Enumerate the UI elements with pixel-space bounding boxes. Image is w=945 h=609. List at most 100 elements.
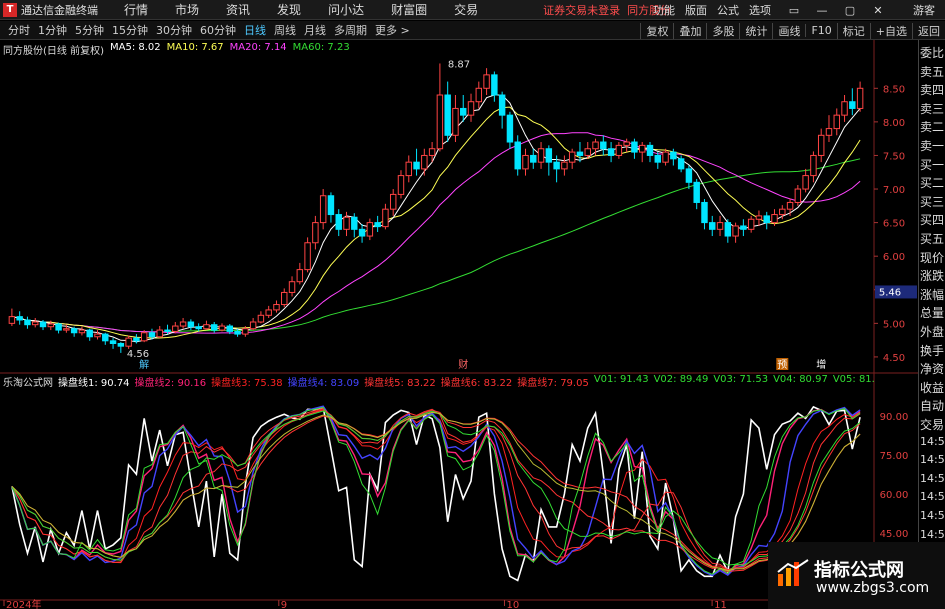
candle[interactable]: [413, 148, 420, 176]
candle[interactable]: [351, 213, 358, 238]
candle[interactable]: [55, 322, 62, 334]
quote-panel-label[interactable]: 14:56: [920, 435, 945, 448]
quote-panel-label[interactable]: 现价: [920, 249, 944, 266]
candle[interactable]: [389, 189, 397, 216]
quote-panel-label[interactable]: 自动: [920, 397, 944, 414]
candle[interactable]: [475, 81, 483, 109]
tool-button[interactable]: +自选: [869, 22, 912, 39]
candle[interactable]: [312, 215, 319, 250]
minimize-icon[interactable]: —: [813, 4, 831, 17]
quote-panel-label[interactable]: 外盘: [920, 323, 944, 340]
candle[interactable]: [810, 151, 817, 183]
candle[interactable]: [405, 155, 412, 183]
menu-item[interactable]: 行情: [124, 1, 148, 18]
tool-button[interactable]: 多股: [706, 22, 739, 39]
candle[interactable]: [732, 222, 739, 243]
close-icon[interactable]: ✕: [869, 4, 887, 17]
period-tab[interactable]: 1分钟: [34, 22, 71, 38]
candle[interactable]: [273, 300, 280, 313]
candle[interactable]: [646, 142, 654, 163]
tool-button[interactable]: 复权: [640, 22, 673, 39]
event-marker[interactable]: 增: [816, 358, 826, 371]
quote-panel-label[interactable]: 卖四: [920, 81, 944, 98]
quote-panel-label[interactable]: 换手: [920, 342, 944, 359]
candle[interactable]: [78, 326, 86, 336]
period-tab[interactable]: 多周期: [330, 22, 371, 38]
candle[interactable]: [86, 328, 93, 341]
period-tab[interactable]: 分时: [4, 22, 34, 38]
tool-button[interactable]: 统计: [739, 22, 772, 39]
quote-panel-label[interactable]: 委比: [920, 44, 944, 61]
candle[interactable]: [187, 319, 195, 331]
quote-panel-label[interactable]: 交易: [920, 416, 944, 433]
event-marker[interactable]: 预: [777, 359, 787, 371]
candle[interactable]: [817, 128, 825, 163]
candle[interactable]: [537, 142, 545, 169]
candle[interactable]: [623, 138, 630, 153]
candle[interactable]: [304, 237, 311, 273]
quote-panel-label[interactable]: 总量: [920, 304, 944, 321]
quote-panel-label[interactable]: 买五: [920, 230, 944, 247]
candle[interactable]: [724, 219, 732, 243]
candle[interactable]: [841, 95, 848, 122]
candle[interactable]: [335, 209, 342, 237]
candle[interactable]: [615, 142, 623, 159]
candle[interactable]: [319, 189, 327, 230]
period-tab[interactable]: 15分钟: [108, 22, 152, 38]
period-tab[interactable]: 周线: [270, 22, 300, 38]
candle[interactable]: [8, 308, 16, 327]
quote-panel-label[interactable]: 卖二: [920, 118, 944, 135]
candle[interactable]: [436, 63, 444, 152]
candle[interactable]: [654, 152, 662, 169]
candle[interactable]: [24, 316, 31, 329]
candle[interactable]: [210, 322, 218, 333]
restore-icon[interactable]: ▭: [785, 4, 803, 17]
candle[interactable]: [343, 211, 350, 237]
tool-button[interactable]: 返回: [912, 22, 945, 39]
event-marker[interactable]: 解: [139, 358, 149, 371]
candle[interactable]: [491, 71, 498, 102]
candle[interactable]: [281, 288, 288, 308]
candle[interactable]: [179, 317, 187, 329]
candle[interactable]: [327, 192, 335, 223]
candle[interactable]: [483, 68, 490, 96]
candle[interactable]: [802, 168, 809, 193]
candle[interactable]: [203, 320, 210, 331]
candle[interactable]: [600, 135, 607, 156]
candle[interactable]: [638, 142, 646, 163]
candle[interactable]: [125, 335, 132, 349]
quote-panel-label[interactable]: 涨跌: [920, 267, 944, 284]
candle[interactable]: [444, 81, 451, 143]
quote-panel-label[interactable]: 净资: [920, 360, 944, 377]
quote-panel-label[interactable]: 卖五: [920, 63, 944, 80]
quote-panel-label[interactable]: 买三: [920, 193, 944, 210]
candle[interactable]: [568, 148, 576, 169]
candle[interactable]: [716, 215, 724, 237]
candle[interactable]: [156, 326, 163, 339]
menu-function[interactable]: 功能: [653, 2, 675, 18]
candle[interactable]: [94, 330, 101, 340]
candle[interactable]: [693, 178, 700, 210]
period-tab[interactable]: 更多 >: [371, 22, 414, 38]
tool-button[interactable]: 叠加: [673, 22, 706, 39]
menu-item[interactable]: 问小达: [328, 1, 364, 18]
candle[interactable]: [514, 135, 521, 176]
candle[interactable]: [102, 332, 109, 345]
candle[interactable]: [825, 115, 833, 143]
menu-formula[interactable]: 公式: [717, 2, 739, 18]
candle[interactable]: [288, 276, 296, 297]
candle[interactable]: [709, 215, 716, 237]
quote-panel-label[interactable]: 14:56: [920, 472, 945, 485]
candle[interactable]: [296, 262, 304, 285]
candle[interactable]: [833, 108, 840, 136]
candle[interactable]: [117, 342, 125, 353]
menu-options[interactable]: 选项: [749, 2, 771, 18]
quote-panel-label[interactable]: 买一: [920, 156, 944, 173]
quote-panel-label[interactable]: 买四: [920, 211, 944, 228]
candle[interactable]: [382, 203, 389, 230]
candle[interactable]: [747, 215, 755, 233]
candle[interactable]: [685, 165, 693, 190]
tool-button[interactable]: F10: [805, 24, 836, 37]
period-tab[interactable]: 30分钟: [152, 22, 196, 38]
menu-item[interactable]: 市场: [175, 1, 199, 18]
